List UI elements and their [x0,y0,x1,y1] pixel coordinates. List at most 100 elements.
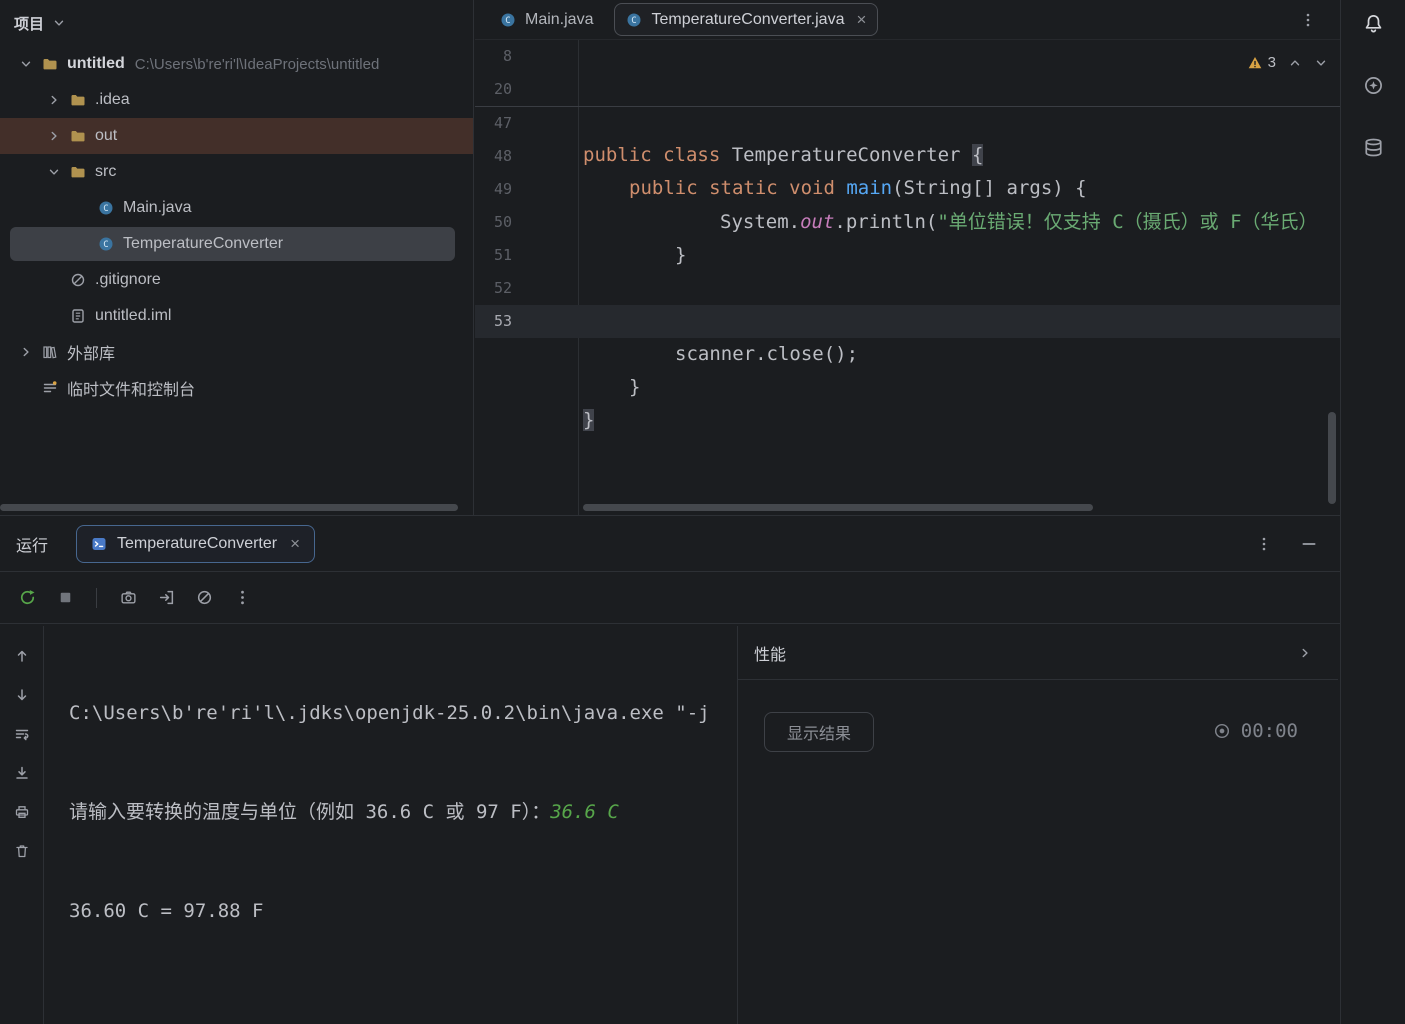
attach-to-process-button[interactable] [151,583,181,613]
console-command-line: C:\Users\b're'ri'l\.jdks\openjdk-25.0.2\… [69,697,736,730]
scroll-to-bottom-button[interactable] [8,681,36,709]
arrow-up-icon [14,648,30,664]
chevron-right-icon[interactable] [47,93,61,107]
chevron-right-icon[interactable] [47,129,61,143]
project-horizontal-scrollbar[interactable] [0,504,458,511]
code-line-53-current: 53 } [475,305,1340,338]
java-class-icon [626,12,642,28]
rerun-button[interactable] [12,583,42,613]
tab-temperature-converter-java[interactable]: TemperatureConverter.java × [614,3,878,36]
show-results-button[interactable]: 显示结果 [764,712,874,752]
line-number: 48 [475,140,512,173]
tab-label: TemperatureConverter.java [651,11,844,29]
module-file-icon [70,308,86,324]
code-area[interactable]: 8 public class TemperatureConverter { 20… [475,40,1340,338]
console-prompt-line: 请输入要转换的温度与单位（例如 36.6 C 或 97 F）：36.6 C [69,796,736,829]
clear-output-button[interactable] [189,583,219,613]
tree-item-untitled-root[interactable]: untitled C:\Users\b're'ri'l\IdeaProjects… [0,46,473,82]
warning-count: 3 [1268,54,1276,71]
open-in-icon [158,589,175,606]
stop-button[interactable] [50,583,80,613]
editor-more-icon[interactable] [1300,12,1316,28]
tree-item-idea-folder[interactable]: .idea [0,82,473,118]
camera-icon [120,589,137,606]
tree-item-out-folder[interactable]: out [0,118,473,154]
line-number: 8 [475,40,512,73]
rerun-icon [19,589,36,606]
project-panel-title[interactable]: 项目 [14,13,44,34]
chevron-down-icon[interactable] [52,16,66,30]
next-problem-chevron-down-icon[interactable] [1314,56,1328,70]
ai-assistant-button[interactable] [1358,70,1388,100]
tree-item-main-java[interactable]: Main.java [0,190,473,226]
code-line-8: 8 public class TemperatureConverter { [475,40,1340,73]
editor-vertical-scrollbar[interactable] [1328,412,1336,504]
scroll-to-end-button[interactable] [8,759,36,787]
java-class-icon [500,12,516,28]
line-number: 53 [475,305,512,338]
soft-wrap-icon [14,726,30,742]
tree-item-scratches[interactable]: 临时文件和控制台 [0,370,473,406]
console-user-input: 36.6 C [550,801,619,823]
notifications-button[interactable] [1358,8,1388,38]
run-tab-temperature-converter[interactable]: TemperatureConverter × [76,525,315,563]
editor-horizontal-scrollbar[interactable] [583,504,1093,511]
console-blank-line [69,994,736,1024]
chevron-right-icon[interactable] [19,345,33,359]
hide-panel-icon[interactable] [1300,535,1318,553]
warning-icon [1247,55,1263,71]
bell-icon [1363,13,1384,34]
ai-assistant-icon [1363,75,1384,96]
expand-chevron-icon[interactable] [1298,646,1312,660]
tree-item-label: TemperatureConverter [123,235,283,253]
console-output[interactable]: C:\Users\b're'ri'l\.jdks\openjdk-25.0.2\… [45,626,736,1024]
ide-window: 项目 untitled C:\Users\b're'ri'l\IdeaProje… [0,0,1405,1024]
top-area: 项目 untitled C:\Users\b're'ri'l\IdeaProje… [0,0,1340,515]
code-line-51: 51 scanner.close(); [475,239,1340,272]
code-line-48: 48 } [475,140,1340,173]
toolbar-more-button[interactable] [227,583,257,613]
line-number: 52 [475,272,512,305]
performance-panel: 性能 显示结果 00:00 [737,626,1338,1024]
library-icon [42,344,58,360]
editor-area: Main.java TemperatureConverter.java × 8 … [475,0,1340,515]
tree-item-untitled-iml[interactable]: untitled.iml [0,298,473,334]
close-tab-icon[interactable]: × [856,10,866,30]
clear-console-button[interactable] [8,837,36,865]
tree-item-label: 外部库 [67,340,115,364]
more-icon [234,589,251,606]
print-button[interactable] [8,798,36,826]
console-result-line: 36.60 C = 97.88 F [69,895,736,928]
run-panel-title: 运行 [16,532,48,556]
prev-problem-chevron-up-icon[interactable] [1288,56,1302,70]
soft-wrap-button[interactable] [8,720,36,748]
scroll-to-top-button[interactable] [8,642,36,670]
chevron-down-icon[interactable] [19,57,33,71]
code-line-49: 49 [475,173,1340,206]
scroll-end-icon [14,765,30,781]
printer-icon [14,804,30,820]
tab-main-java[interactable]: Main.java [489,3,604,36]
inspections-widget[interactable]: 3 [1247,54,1328,71]
java-class-icon [98,200,114,216]
trash-icon [14,843,30,859]
code-line-52: 52 } [475,272,1340,305]
tab-label: Main.java [525,11,593,29]
performance-header: 性能 [738,626,1338,680]
run-more-icon[interactable] [1256,536,1272,552]
chevron-down-icon[interactable] [47,165,61,179]
run-tool-window: 运行 TemperatureConverter × [0,515,1340,1024]
performance-title: 性能 [754,641,786,665]
tree-item-src-folder[interactable]: src [0,154,473,190]
database-button[interactable] [1358,132,1388,162]
tree-item-temperature-converter[interactable]: TemperatureConverter [0,226,473,262]
run-panel-header: 运行 TemperatureConverter × [0,516,1340,572]
close-run-tab-icon[interactable]: × [290,534,300,554]
tree-item-label: out [95,127,117,145]
toolbar-separator [96,588,97,608]
tree-item-external-libraries[interactable]: 外部库 [0,334,473,370]
memory-snapshot-button[interactable] [113,583,143,613]
tree-item-gitignore[interactable]: .gitignore [0,262,473,298]
run-toolbar [0,572,1340,624]
stop-icon [57,589,74,606]
